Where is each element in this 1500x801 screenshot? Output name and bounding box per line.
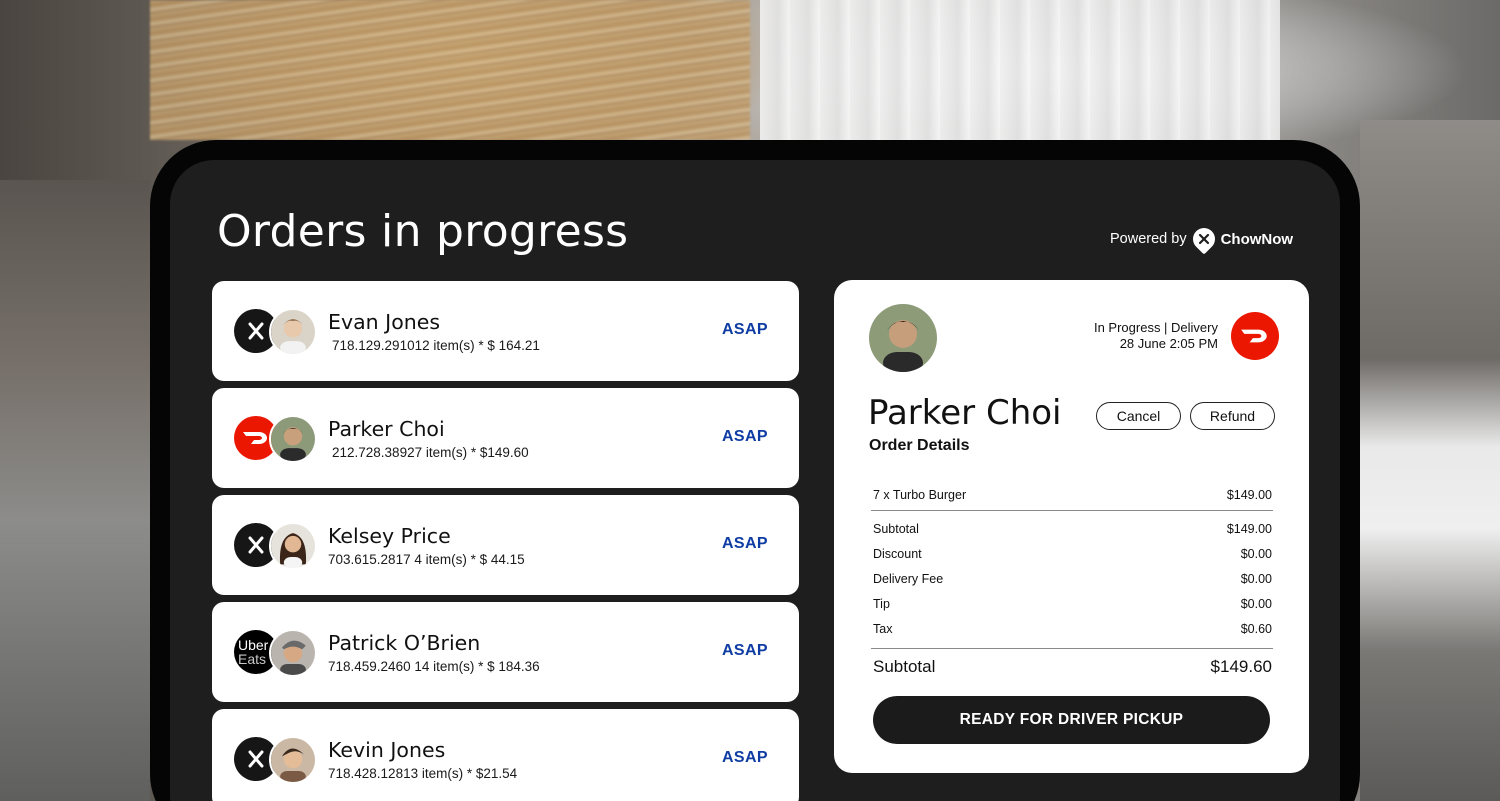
breakdown-label: Subtotal [873, 522, 919, 536]
order-meta: 703.615.2817 4 item(s) * $ 44.15 [328, 552, 525, 567]
powered-by-label: Powered by [1110, 231, 1187, 247]
order-card[interactable]: Kelsey Price 703.615.2817 4 item(s) * $ … [212, 495, 799, 595]
order-meta: 212.728.38927 item(s) * $149.60 [332, 445, 529, 460]
eta-link[interactable]: ASAP [722, 642, 768, 660]
background-shelf-left [0, 180, 150, 801]
background-cardboard [150, 0, 750, 140]
background-packaging [760, 0, 1280, 140]
order-card[interactable]: Evan Jones 718.129.291012 item(s) * $ 16… [212, 281, 799, 381]
customer-name: Kelsey Price [328, 524, 451, 548]
status-text: In Progress | Delivery [1093, 320, 1218, 335]
page-title: Orders in progress [217, 206, 629, 257]
order-details-label: Order Details [869, 437, 970, 454]
breakdown-amount: $0.00 [1240, 547, 1272, 561]
avatar [269, 415, 317, 463]
order-detail-panel: In Progress | Delivery 28 June 2:05 PM P… [834, 280, 1309, 773]
line-item-amount: $149.00 [1226, 488, 1272, 502]
doordash-icon [1231, 312, 1279, 360]
breakdown-label: Tax [873, 622, 893, 636]
breakdown-row: Subtotal $149.00 [873, 522, 1272, 536]
eta-link[interactable]: ASAP [722, 749, 768, 767]
eta-link[interactable]: ASAP [722, 321, 768, 339]
order-datetime: 28 June 2:05 PM [1119, 335, 1218, 351]
breakdown-row: Discount $0.00 [873, 547, 1272, 561]
customer-name: Kevin Jones [328, 738, 446, 762]
brand-name: ChowNow [1220, 230, 1294, 248]
background-shelf-right [1360, 120, 1500, 801]
total-label: Subtotal [873, 657, 936, 676]
breakdown-amount: $0.60 [1240, 622, 1272, 636]
refund-button[interactable]: Refund [1190, 402, 1275, 430]
breakdown-label: Tip [873, 597, 890, 611]
breakdown-label: Discount [873, 547, 922, 561]
order-status: In Progress | Delivery 28 June 2:05 PM [1094, 320, 1218, 351]
powered-by: Powered by ChowNow [1110, 223, 1294, 255]
customer-name: Patrick O’Brien [328, 631, 481, 655]
customer-name-heading: Parker Choi [868, 393, 1062, 433]
order-meta: 718.459.2460 14 item(s) * $ 184.36 [328, 659, 540, 674]
breakdown-amount: $0.00 [1240, 597, 1272, 611]
eta-link[interactable]: ASAP [722, 428, 768, 446]
breakdown-row: Delivery Fee $0.00 [873, 572, 1272, 586]
chownow-logo-icon [1188, 223, 1220, 255]
avatar [269, 736, 317, 784]
eta-link[interactable]: ASAP [722, 535, 768, 553]
avatar [269, 629, 317, 677]
line-item-label: 7 x Turbo Burger [873, 488, 967, 502]
avatar [269, 522, 317, 570]
line-item: 7 x Turbo Burger $149.00 [873, 488, 1272, 502]
customer-avatar [869, 304, 937, 372]
order-meta: 718.129.291012 item(s) * $ 164.21 [332, 338, 540, 353]
breakdown-amount: $0.00 [1240, 572, 1272, 586]
breakdown-row: Tax $0.60 [873, 622, 1272, 636]
divider [871, 648, 1273, 649]
cancel-button[interactable]: Cancel [1096, 402, 1181, 430]
order-card[interactable]: Parker Choi 212.728.38927 item(s) * $149… [212, 388, 799, 488]
total-row: Subtotal $149.60 [873, 657, 1272, 677]
total-amount: $149.60 [1210, 657, 1272, 676]
ready-for-pickup-button[interactable]: READY FOR DRIVER PICKUP [873, 696, 1270, 744]
order-card[interactable]: Kevin Jones 718.428.12813 item(s) * $21.… [212, 709, 799, 801]
customer-name: Parker Choi [328, 417, 445, 441]
customer-name: Evan Jones [328, 310, 441, 334]
avatar [269, 308, 317, 356]
order-meta: 718.428.12813 item(s) * $21.54 [328, 766, 518, 781]
breakdown-label: Delivery Fee [873, 572, 944, 586]
breakdown-amount: $149.00 [1226, 522, 1272, 536]
divider [871, 510, 1273, 511]
breakdown-row: Tip $0.00 [873, 597, 1272, 611]
order-card[interactable]: Uber Eats Patrick O’Brien 718.459.2460 1… [212, 602, 799, 702]
